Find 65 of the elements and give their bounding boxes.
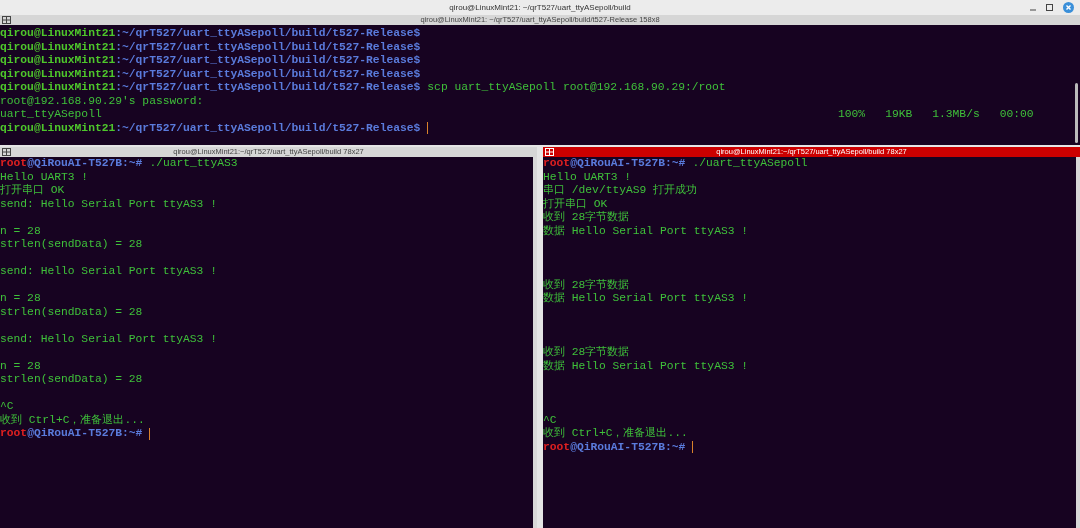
output-text: ^C [543,412,557,427]
output-text: 收到 28字节数据 [543,277,630,292]
grid-icon [2,16,11,24]
prompt-user: qirou@LinuxMint21 [0,53,116,69]
scrollbar-track[interactable] [533,157,537,528]
terminal-pane[interactable] [543,157,1080,528]
output-text: 收到 Ctrl+C，准备退出... [543,426,688,442]
prompt-path: :~/qrT527/uart_ttyASepoll/build/t527-Release$ [115,26,421,42]
scrollbar-track[interactable] [1076,157,1080,528]
transfer-file: uart_ttyASepoll [0,107,103,123]
window-title: qirou@LinuxMint21: ~/qrT527/uart_ttyASepoll/build [449,1,631,14]
prompt-user: root [0,426,28,442]
terminal-pane[interactable] [0,157,537,528]
prompt-path: @QiRouAI-T527B:~# [27,156,143,172]
output-text: send: Hello Serial Port ttyAS3 ! [0,196,217,212]
transfer-stat: 19KB [885,107,913,123]
output-text: 数据 Hello Serial Port ttyAS3 ! [543,358,749,374]
command-text: ./uart_ttyAS3 [149,156,238,172]
prompt-path: @QiRouAI-T527B:~# [570,156,686,172]
grid-icon [2,148,11,156]
output-text: 打开串口 OK [543,196,608,211]
output-text: 收到 28字节数据 [543,345,630,360]
terminal-pane[interactable] [0,25,1080,145]
prompt-user: qirou@LinuxMint21 [0,66,116,82]
output-text: 打开串口 OK [0,183,65,199]
output-text: 收到 28字节数据 [543,210,630,225]
prompt-path: :~/qrT527/uart_ttyASepoll/build/t527-Release$ [115,66,421,82]
output-text: strlen(sendData) = 28 [0,304,143,320]
transfer-stat: 00:00 [999,107,1034,123]
prompt-user: root [543,156,571,172]
prompt-path: :~/qrT527/uart_ttyASepoll/build/t527-Release$ [115,80,421,96]
output-text: n = 28 [0,223,41,239]
close-icon[interactable] [1063,2,1074,13]
prompt-user: root [0,156,28,172]
output-text: 收到 Ctrl+C，准备退出... [0,412,145,428]
command-text: ./uart_ttyASepoll [692,156,808,172]
output-text: n = 28 [0,291,41,307]
output-text: strlen(sendData) = 28 [0,237,143,253]
prompt-user: qirou@LinuxMint21 [0,120,116,136]
output-text: Hello UART3 ! [0,169,89,184]
output-text: send: Hello Serial Port ttyAS3 ! [0,264,217,280]
output-text: root@192.168.90.29's password: [0,93,204,109]
command-text: scp uart_ttyASepoll root@192.168.90.29:/root [427,80,726,96]
prompt-user: qirou@LinuxMint21 [0,39,116,55]
grid-icon [545,148,554,156]
prompt-user: qirou@LinuxMint21 [0,80,116,96]
transfer-stat: 1.3MB/s [932,107,980,123]
output-text: 数据 Hello Serial Port ttyAS3 ! [543,223,749,239]
prompt-path: @QiRouAI-T527B:~# [570,439,686,455]
output-text: send: Hello Serial Port ttyAS3 ! [0,331,217,347]
output-text: Hello UART3 ! [543,169,632,184]
prompt-path: :~/qrT527/uart_ttyASepoll/build/t527-Release$ [115,120,421,136]
output-text: 串口 /dev/ttyAS9 打开成功 [543,183,698,198]
prompt-path: :~/qrT527/uart_ttyASepoll/build/t527-Release$ [115,53,421,69]
output-text: n = 28 [0,358,41,374]
maximize-icon[interactable] [1046,4,1053,11]
prompt-user: root [543,439,571,455]
transfer-stat: 100% [838,107,866,123]
prompt-path: @QiRouAI-T527B:~# [27,426,143,442]
scrollbar-thumb[interactable] [1075,83,1078,143]
output-text: 数据 Hello Serial Port ttyAS3 ! [543,291,749,307]
prompt-path: :~/qrT527/uart_ttyASepoll/build/t527-Release$ [115,39,421,55]
output-text: ^C [0,399,14,414]
prompt-user: qirou@LinuxMint21 [0,26,116,42]
output-text: strlen(sendData) = 28 [0,372,143,388]
